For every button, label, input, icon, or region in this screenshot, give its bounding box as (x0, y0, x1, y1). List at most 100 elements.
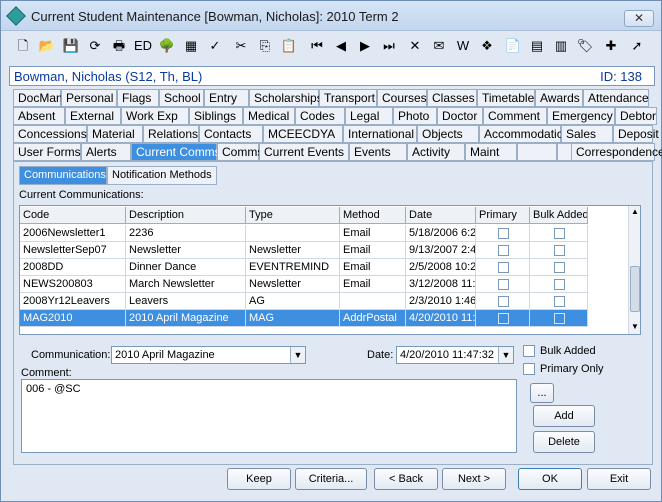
scroll-thumb[interactable] (630, 266, 640, 312)
column-header-description[interactable]: Description (126, 207, 246, 224)
previous-record-icon[interactable]: ◀ (331, 36, 351, 56)
column-header-type[interactable]: Type (246, 207, 340, 224)
tab-attendance[interactable]: Attendance (583, 89, 649, 107)
primary-checkbox[interactable] (498, 279, 509, 290)
date-picker[interactable]: 4/20/2010 11:47:32 ▼ (396, 346, 514, 364)
column-header-primary[interactable]: Primary (476, 207, 530, 224)
tab-contacts[interactable]: Contacts (199, 125, 263, 143)
delete-button[interactable]: Delete (533, 431, 595, 453)
criteria-button[interactable]: Criteria... (295, 468, 367, 490)
subtab-communications[interactable]: Communications (19, 166, 107, 185)
tab-alerts[interactable]: Alerts (81, 143, 131, 161)
comment-textarea[interactable]: 006 - @SC (21, 379, 517, 453)
communication-select[interactable]: 2010 April Magazine ▼ (111, 346, 306, 364)
tree-icon[interactable]: 🌳 (157, 36, 177, 56)
tab-accommodation[interactable]: Accommodation (479, 125, 570, 143)
exit-button[interactable]: Exit (587, 468, 651, 490)
column-header-bulk-added[interactable]: Bulk Added (530, 207, 588, 224)
ellipsis-button[interactable]: ... (530, 383, 554, 403)
tab-emergency[interactable]: Emergency (547, 107, 615, 125)
tab-mceecdya[interactable]: MCEECDYA (263, 125, 343, 143)
tab-debtor[interactable]: Debtor (615, 107, 657, 125)
tab-doctor[interactable]: Doctor (437, 107, 483, 125)
tab-flags[interactable]: Flags (117, 89, 159, 107)
tab-deposit[interactable]: Deposit (613, 125, 659, 143)
tab-comms[interactable]: Comms (217, 143, 263, 161)
tab-events[interactable]: Events (349, 143, 407, 161)
tab-docman[interactable]: DocMan (13, 89, 63, 107)
chevron-down-icon[interactable]: ▼ (498, 347, 513, 363)
tab-international[interactable]: International (343, 125, 417, 143)
tab-comment[interactable]: Comment (483, 107, 547, 125)
calendar-icon[interactable]: ▤ (527, 36, 547, 56)
bulk-added-checkbox[interactable] (554, 296, 565, 307)
add-button[interactable]: Add (533, 405, 595, 427)
add-user-icon[interactable]: ✚ (601, 36, 621, 56)
tab-codes[interactable]: Codes (295, 107, 345, 125)
clipboard-icon[interactable]: 📄 (503, 36, 523, 56)
table-row[interactable]: 2008DD Dinner Dance EVENTREMIND Email 2/5/20… (20, 259, 628, 276)
tab-material[interactable]: Material (87, 125, 143, 143)
tab-scholarships[interactable]: Scholarships (249, 89, 323, 107)
primary-checkbox[interactable] (498, 313, 509, 324)
cut-icon[interactable]: ✂ (231, 36, 251, 56)
bulk-added-checkbox[interactable] (554, 313, 565, 324)
primary-checkbox[interactable] (498, 262, 509, 273)
next-record-icon[interactable]: ▶ (355, 36, 375, 56)
tab-concessions[interactable]: Concessions (13, 125, 87, 143)
print-icon[interactable]: 🖶 (109, 36, 129, 56)
tab-personal[interactable]: Personal (61, 89, 117, 107)
column-header-method[interactable]: Method (340, 207, 406, 224)
primary-checkbox[interactable] (498, 296, 509, 307)
paste-icon[interactable]: 📋 (279, 36, 299, 56)
calculator-icon[interactable]: ▦ (181, 36, 201, 56)
tab-activity[interactable]: Activity (407, 143, 465, 161)
tab-correspondence[interactable]: Correspondence (571, 143, 662, 161)
column-header-code[interactable]: Code (20, 207, 126, 224)
new-icon[interactable]: 🗋 (13, 36, 33, 56)
tab-timetable[interactable]: Timetable (477, 89, 535, 107)
pointer-icon[interactable]: ➚ (627, 36, 647, 56)
chevron-down-icon[interactable]: ▼ (290, 347, 305, 363)
tab-school[interactable]: School (159, 89, 204, 107)
bulk-added-checkbox[interactable] (554, 228, 565, 239)
scroll-down-icon[interactable]: ▼ (631, 322, 639, 331)
bulk-added-checkbox[interactable] (554, 279, 565, 290)
keep-button[interactable]: Keep (227, 468, 291, 490)
tab-medical[interactable]: Medical (243, 107, 295, 125)
tab-objects[interactable]: Objects (417, 125, 479, 143)
column-header-date[interactable]: Date (406, 207, 476, 224)
bulk-added-checkbox[interactable] (554, 245, 565, 256)
close-button[interactable]: ✕ (624, 10, 654, 27)
next-button[interactable]: Next > (442, 468, 506, 490)
report-icon[interactable]: ▥ (551, 36, 571, 56)
bulk-added-checkbox[interactable] (554, 262, 565, 273)
refresh-icon[interactable]: ⟳ (85, 36, 105, 56)
edit-icon[interactable]: ED (133, 36, 153, 56)
tab-user-forms[interactable]: User Forms (13, 143, 81, 161)
tab-siblings[interactable]: Siblings (189, 107, 243, 125)
tab-current-comms[interactable]: Current Comms (131, 143, 221, 161)
primary-checkbox[interactable] (498, 228, 509, 239)
tab-courses[interactable]: Courses (377, 89, 427, 107)
grid-scrollbar[interactable]: ▲ ▼ (628, 206, 640, 334)
scroll-up-icon[interactable]: ▲ (631, 207, 639, 216)
bulk-added-checkbox[interactable] (523, 345, 535, 357)
table-row[interactable]: 2008Yr12Leavers Leavers AG 2/3/2010 1:46 (20, 293, 628, 310)
tab-sales[interactable]: Sales (561, 125, 613, 143)
word-icon[interactable]: W (453, 36, 473, 56)
spellcheck-icon[interactable]: ✓ (205, 36, 225, 56)
table-row[interactable]: NEWS200803 March Newsletter Newsletter Emai… (20, 276, 628, 293)
first-record-icon[interactable]: ⏮ (307, 36, 327, 56)
open-folder-icon[interactable]: 📂 (37, 36, 57, 56)
primary-checkbox[interactable] (498, 245, 509, 256)
table-row[interactable]: NewsletterSep07 Newsletter Newsletter Email… (20, 242, 628, 259)
email-icon[interactable]: ✉ (429, 36, 449, 56)
ok-button[interactable]: OK (518, 468, 582, 490)
tab-external[interactable]: External (65, 107, 121, 125)
tab-relations[interactable]: Relations (143, 125, 199, 143)
last-record-icon[interactable]: ⏭ (379, 36, 399, 56)
back-button[interactable]: < Back (374, 468, 438, 490)
tab-legal[interactable]: Legal (345, 107, 393, 125)
save-icon[interactable]: 💾 (61, 36, 81, 56)
